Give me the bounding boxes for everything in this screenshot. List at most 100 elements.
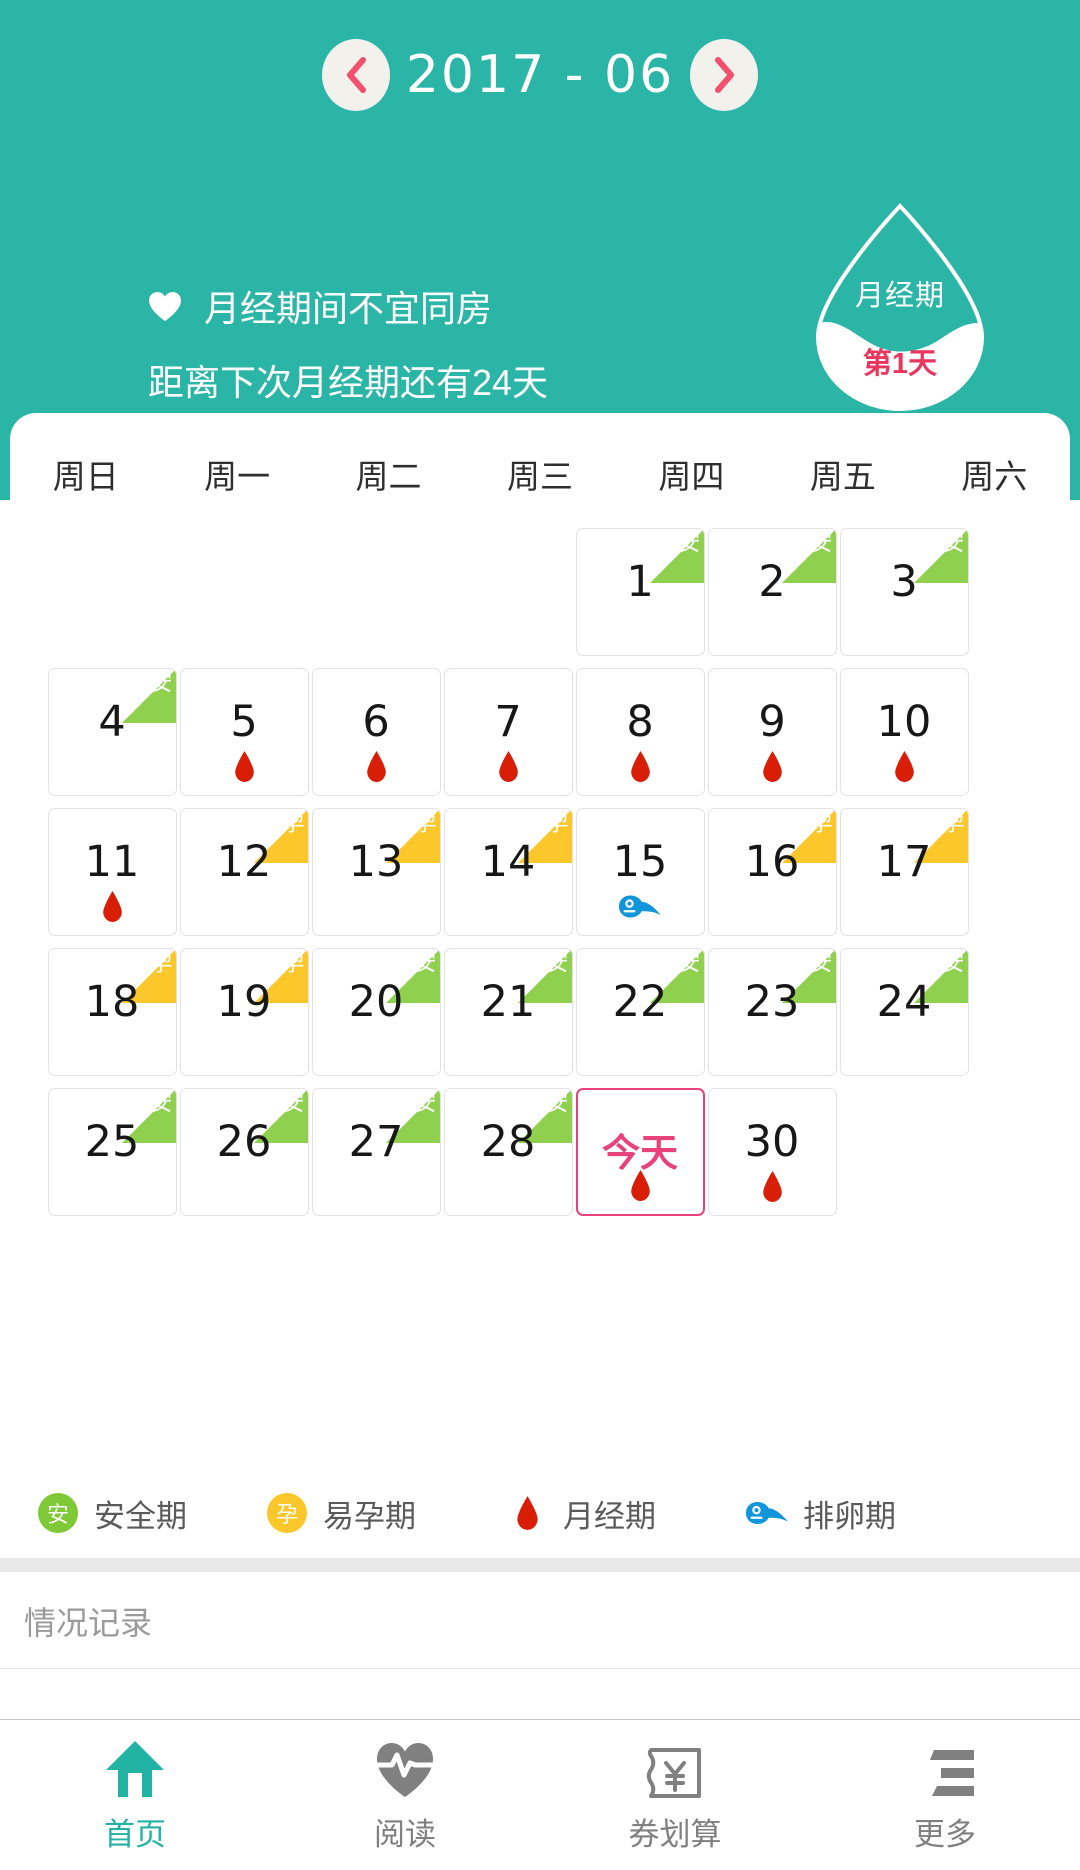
day-number: 21 [480, 977, 536, 1027]
calendar-cell-day-10[interactable]: 10 [839, 668, 969, 796]
calendar-cell-day-4[interactable]: 安4 [47, 668, 177, 796]
calendar-cell-day-14[interactable]: 孕 14 [443, 808, 573, 936]
day-number: 14 [480, 837, 536, 887]
day-number: 4 [98, 697, 126, 747]
weekday-label-2: 周二 [355, 458, 422, 495]
blood-drop-icon [505, 1491, 549, 1535]
tab-券划算[interactable]: 券划算 [540, 1737, 810, 1854]
bottom-tab-bar: 首页 阅读 券划算 更多 [0, 1720, 1080, 1870]
calendar-cell-day-3[interactable]: 安3 [839, 528, 969, 656]
tab-label: 阅读 [374, 1816, 436, 1852]
calendar-cell-day-9[interactable]: 9 [707, 668, 837, 796]
chevron-left-icon [345, 56, 367, 94]
calendar-cell-today[interactable]: 今天 [575, 1088, 705, 1216]
calendar-cell-day-8[interactable]: 8 [575, 668, 705, 796]
blood-drop-icon [445, 749, 572, 783]
drop-day-label: 第1天 [862, 348, 938, 380]
legend-item-2: 月经期 [505, 1491, 656, 1536]
calendar-cell-day-15[interactable]: 15 [575, 808, 705, 936]
legend-label: 排卵期 [803, 1498, 896, 1534]
weekday-label-5: 周五 [809, 458, 876, 495]
day-number: 18 [84, 977, 140, 1027]
weekday-label-1: 周一 [204, 458, 271, 495]
tip-line-1: 月经期间不宜同房 [204, 288, 493, 329]
calendar-cell-day-26[interactable]: 安 26 [179, 1088, 309, 1216]
heart-icon [148, 291, 182, 328]
prev-month-button[interactable] [322, 39, 390, 111]
chevron-right-icon [713, 56, 735, 94]
day-number: 3 [890, 557, 918, 607]
calendar-cell-day-22[interactable]: 安 22 [575, 948, 705, 1076]
calendar-cell-day-17[interactable]: 孕 17 [839, 808, 969, 936]
day-number: 7 [494, 697, 522, 747]
legend-item-0: 安安全期 [36, 1491, 187, 1536]
day-number: 26 [216, 1117, 272, 1167]
calendar-cell-day-1[interactable]: 安1 [575, 528, 705, 656]
sperm-icon [745, 1491, 789, 1535]
drop-phase-label: 月经期 [854, 280, 945, 312]
calendar-cell-day-30[interactable]: 30 [707, 1088, 837, 1216]
calendar-cell-day-19[interactable]: 孕 19 [179, 948, 309, 1076]
tab-首页[interactable]: 首页 [0, 1737, 270, 1854]
day-number: 23 [744, 977, 800, 1027]
sperm-icon [577, 889, 704, 923]
legend-label: 安全期 [94, 1498, 187, 1534]
more-lines-icon [912, 1737, 978, 1799]
calendar-cell-day-12[interactable]: 孕 12 [179, 808, 309, 936]
calendar-week-row: 安 25 安 26 安 27 安 28 今天 30 [46, 1083, 1034, 1221]
cycle-tips: 月经期间不宜同房 距离下次月经期还有24天 [148, 272, 748, 420]
blood-drop-icon [841, 749, 968, 783]
legend-label: 月经期 [563, 1498, 656, 1534]
calendar-cell-day-24[interactable]: 安 24 [839, 948, 969, 1076]
calendar-cell-day-23[interactable]: 安 23 [707, 948, 837, 1076]
calendar-cell-day-25[interactable]: 安 25 [47, 1088, 177, 1216]
calendar-cell-day-11[interactable]: 11 [47, 808, 177, 936]
calendar-cell-day-7[interactable]: 7 [443, 668, 573, 796]
calendar-cell-day-20[interactable]: 安 20 [311, 948, 441, 1076]
calendar-cell-day-6[interactable]: 6 [311, 668, 441, 796]
calendar-cell-day-5[interactable]: 5 [179, 668, 309, 796]
day-number: 30 [744, 1117, 800, 1167]
calendar-cell-day-27[interactable]: 安 27 [311, 1088, 441, 1216]
calendar-week-row: 安 4 5 6 7 8 9 10 [46, 663, 1034, 801]
period-drop-badge: 月经期 第1天 [810, 200, 990, 415]
tab-更多[interactable]: 更多 [810, 1737, 1080, 1854]
tip-line-2-row: 距离下次月经期还有24天 [148, 346, 748, 420]
calendar-cell-empty [444, 528, 573, 656]
tip-line-2: 距离下次月经期还有24天 [148, 362, 549, 403]
section-divider [0, 1558, 1080, 1572]
tab-label: 更多 [914, 1816, 976, 1852]
day-number: 27 [348, 1117, 404, 1167]
day-number: 16 [744, 837, 800, 887]
calendar-cell-day-16[interactable]: 孕 16 [707, 808, 837, 936]
record-section-second-row[interactable] [0, 1669, 1080, 1721]
calendar-cell-day-2[interactable]: 安2 [707, 528, 837, 656]
day-number: 28 [480, 1117, 536, 1167]
day-number: 12 [216, 837, 272, 887]
weekday-label-0: 周日 [52, 458, 119, 495]
day-number: 17 [876, 837, 932, 887]
day-number: 2 [758, 557, 786, 607]
day-number: 1 [626, 557, 654, 607]
calendar-cell-day-21[interactable]: 安 21 [443, 948, 573, 1076]
month-navigation: 2017 - 06 [0, 36, 1080, 114]
calendar-week-row: 孕 18 孕 19 安 20 安 21 安 22 安 23 安 24 [46, 943, 1034, 1081]
calendar-cell-day-18[interactable]: 孕 18 [47, 948, 177, 1076]
heart-pulse-icon [374, 1737, 436, 1799]
blood-drop-icon [709, 749, 836, 783]
calendar-cell-empty [48, 528, 177, 656]
weekday-label-6: 周六 [961, 458, 1028, 495]
record-section[interactable]: 情况记录 [0, 1572, 1080, 1669]
day-number: 8 [626, 697, 654, 747]
tab-label: 首页 [104, 1816, 166, 1852]
calendar-card: 周日 周一 周二 周三 周四 周五 周六 安 1 安 2 安 3 安 4 5 6 7 8 9 10 11 孕 12 孕 13 孕 1… [10, 413, 1070, 1558]
day-number: 10 [876, 697, 932, 747]
day-number: 20 [348, 977, 404, 1027]
calendar-cell-day-13[interactable]: 孕 13 [311, 808, 441, 936]
tab-阅读[interactable]: 阅读 [270, 1737, 540, 1854]
day-number: 15 [612, 837, 668, 887]
next-month-button[interactable] [690, 39, 758, 111]
calendar-grid: 安 1 安 2 安 3 安 4 5 6 7 8 9 10 11 孕 12 孕 13 孕 14 15 孕 16 孕 17 孕 18 孕 19… [46, 523, 1034, 1223]
legend-row: 安安全期 孕易孕期 月经期 排卵期 [0, 1468, 1080, 1558]
calendar-cell-day-28[interactable]: 安 28 [443, 1088, 573, 1216]
